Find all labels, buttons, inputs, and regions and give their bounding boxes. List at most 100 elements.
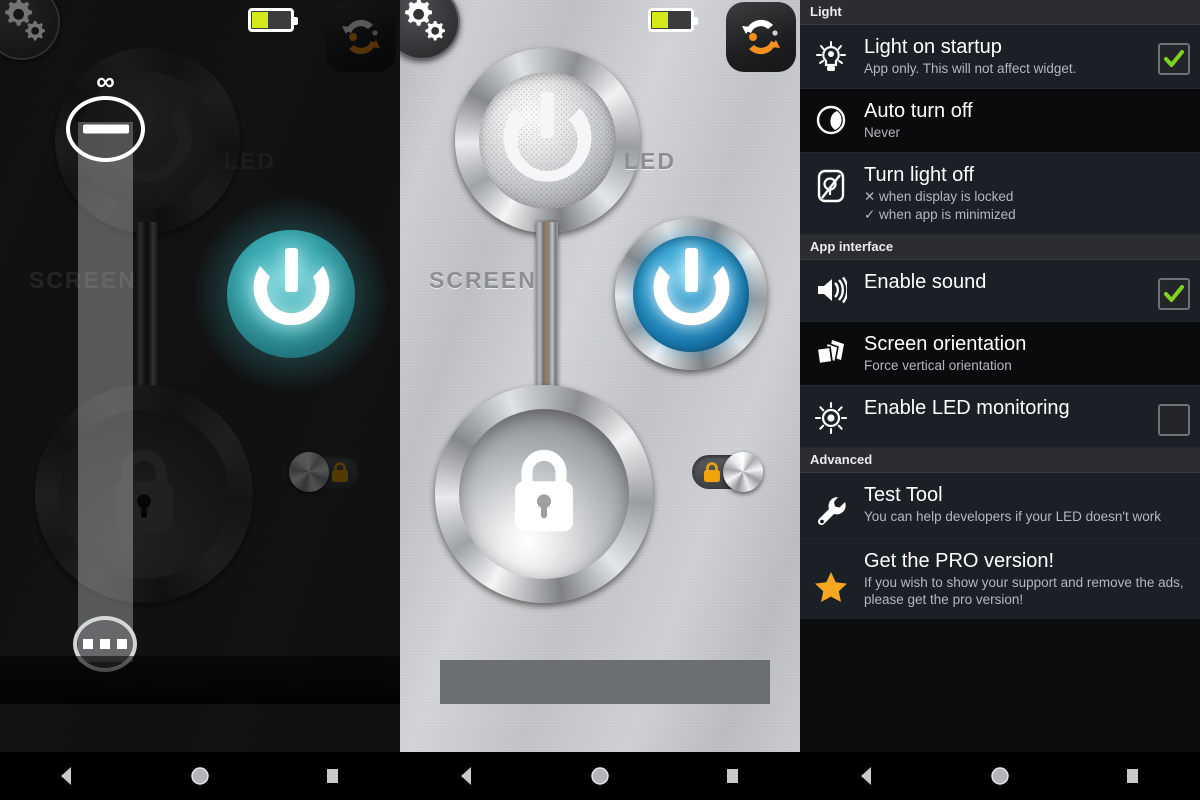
row-text: Turn light off ✕ when display is locked … <box>864 163 1190 223</box>
section-header-advanced: Advanced <box>800 448 1200 473</box>
back-triangle-icon[interactable] <box>55 764 79 788</box>
checkbox-enable-sound[interactable] <box>1158 278 1190 310</box>
android-navbar <box>800 752 1200 800</box>
row-title: Auto turn off <box>864 100 973 122</box>
star-icon <box>810 549 852 603</box>
row-subtitle-locked: ✕ when display is locked <box>864 189 1014 204</box>
row-title: Enable sound <box>864 271 987 293</box>
gears-icon <box>5 0 45 41</box>
back-triangle-icon[interactable] <box>855 764 879 788</box>
lock-icon <box>704 462 720 482</box>
recents-square-icon[interactable] <box>721 764 745 788</box>
lock-button[interactable] <box>35 385 253 603</box>
android-navbar <box>400 752 800 800</box>
gears-icon <box>405 0 445 41</box>
lock-toggle-switch[interactable] <box>289 452 360 492</box>
wrench-icon <box>810 483 852 527</box>
connector-rod <box>136 222 158 400</box>
row-text: Enable LED monitoring <box>864 396 1146 420</box>
orientation-cards-icon <box>810 332 852 368</box>
settings-screen: Light Light on startup App only. This wi… <box>800 0 1200 752</box>
sync-rotate-button[interactable] <box>726 2 796 72</box>
recents-square-icon[interactable] <box>1121 764 1145 788</box>
slider-track[interactable] <box>78 122 133 662</box>
setting-row-enable-sound[interactable]: Enable sound <box>800 260 1200 322</box>
lock-icon <box>515 449 573 532</box>
row-title: Test Tool <box>864 484 943 506</box>
phone-panel-active: SCREEN LED <box>400 0 800 800</box>
setting-row-get-pro-version[interactable]: Get the PRO version! If you wish to show… <box>800 539 1200 619</box>
lock-button[interactable] <box>435 385 653 603</box>
setting-row-light-on-startup[interactable]: Light on startup App only. This will not… <box>800 25 1200 89</box>
power-icon <box>253 248 330 326</box>
row-text: Light on startup App only. This will not… <box>864 35 1146 77</box>
app-screen-dimmed: SCREEN LED ∞ <box>0 0 400 752</box>
row-title: Enable LED monitoring <box>864 397 1070 419</box>
lock-toggle-switch[interactable] <box>692 452 763 492</box>
setting-row-auto-turn-off[interactable]: Auto turn off Never <box>800 89 1200 153</box>
phone-panel-dimmed: SCREEN LED ∞ <box>0 0 400 800</box>
setting-row-screen-orientation[interactable]: Screen orientation Force vertical orient… <box>800 322 1200 386</box>
home-circle-icon[interactable] <box>588 764 612 788</box>
home-circle-icon[interactable] <box>188 764 212 788</box>
recents-square-icon[interactable] <box>321 764 345 788</box>
moon-icon <box>810 99 852 135</box>
sync-rotate-icon <box>342 19 380 55</box>
led-label: LED <box>224 148 276 174</box>
lightbulb-icon <box>810 35 852 73</box>
lock-icon <box>332 462 348 482</box>
home-circle-icon[interactable] <box>988 764 1012 788</box>
power-icon <box>653 248 730 326</box>
row-title: Screen orientation <box>864 333 1027 355</box>
led-label: LED <box>624 148 676 174</box>
row-subtitle: Never <box>864 125 901 140</box>
battery-fill <box>652 12 668 28</box>
row-text: Auto turn off Never <box>864 99 1190 141</box>
brightness-eye-icon <box>810 396 852 434</box>
row-text: Test Tool You can help developers if you… <box>864 483 1190 525</box>
toggle-knob <box>289 452 329 492</box>
led-power-button[interactable] <box>615 218 767 370</box>
row-title: Turn light off <box>864 164 975 186</box>
setting-row-enable-led-monitoring[interactable]: Enable LED monitoring <box>800 386 1200 448</box>
row-text: Screen orientation Force vertical orient… <box>864 332 1190 374</box>
battery-fill <box>252 12 268 28</box>
battery-icon <box>248 8 298 32</box>
brightness-slider[interactable]: ∞ <box>66 68 145 672</box>
screen-power-button[interactable] <box>455 48 640 233</box>
infinity-label: ∞ <box>96 66 115 96</box>
slider-knob-minus[interactable] <box>66 96 145 162</box>
checkbox-enable-led-monitoring[interactable] <box>1158 404 1190 436</box>
power-icon <box>503 92 592 182</box>
row-subtitle: Force vertical orientation <box>864 358 1012 373</box>
bottom-shadow-strip <box>0 656 400 704</box>
section-header-light: Light <box>800 0 1200 25</box>
screen-label: SCREEN <box>429 267 537 293</box>
sync-rotate-icon <box>742 19 780 55</box>
dot <box>100 639 110 649</box>
checkbox-light-on-startup[interactable] <box>1158 43 1190 75</box>
connector-rod <box>536 222 558 400</box>
app-screen-active: SCREEN LED <box>400 0 800 752</box>
row-text: Enable sound <box>864 270 1146 294</box>
speaker-icon <box>810 270 852 304</box>
setting-row-test-tool[interactable]: Test Tool You can help developers if you… <box>800 473 1200 539</box>
led-power-button[interactable] <box>193 196 389 392</box>
row-subtitle: App only. This will not affect widget. <box>864 61 1077 76</box>
setting-row-turn-light-off[interactable]: Turn light off ✕ when display is locked … <box>800 153 1200 235</box>
row-text: Get the PRO version! If you wish to show… <box>864 549 1190 608</box>
battery-icon <box>648 8 698 32</box>
screenshot-root: SCREEN LED ∞ SCREEN LED Light Light on s… <box>0 0 1200 800</box>
dot <box>83 639 93 649</box>
check-icon <box>1164 285 1184 302</box>
row-subtitle-minimized: ✓ when app is minimized <box>864 207 1016 222</box>
row-subtitle: If you wish to show your support and rem… <box>864 575 1184 607</box>
dot <box>117 639 127 649</box>
phone-panel-settings: Light Light on startup App only. This wi… <box>800 0 1200 800</box>
back-triangle-icon[interactable] <box>455 764 479 788</box>
row-subtitle: You can help developers if your LED does… <box>864 509 1162 524</box>
android-navbar <box>0 752 400 800</box>
row-title: Get the PRO version! <box>864 550 1055 572</box>
bottom-dock-strip <box>440 660 770 704</box>
sync-rotate-button[interactable] <box>326 2 396 72</box>
